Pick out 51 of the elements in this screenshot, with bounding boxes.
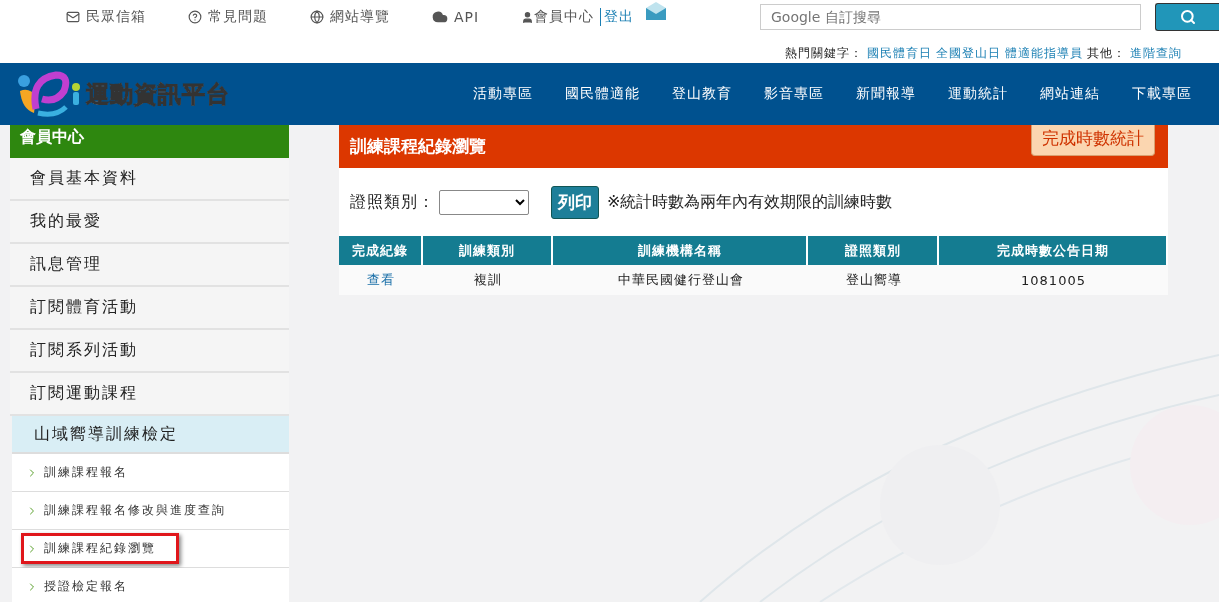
print-button[interactable]: 列印 [551,185,599,219]
column-header: 完成紀錄 [339,236,423,265]
cloud-icon [432,9,448,25]
other-label: 其他： [1087,45,1126,62]
logo-icon[interactable] [16,69,70,119]
top-link[interactable]: API [432,9,480,25]
nav-item[interactable]: 國民體適能 [565,85,640,103]
logout-link[interactable]: 登出 [600,8,635,26]
table-cell: 中華民國健行登山會 [553,265,808,295]
note-text: ※統計時數為兩年內有效期限的訓練時數 [607,191,893,213]
top-link[interactable]: 常見問題 [188,8,268,26]
user-icon [521,10,535,24]
keyword-link[interactable]: 全國登山日 [936,45,1001,62]
mail-icon [66,10,80,24]
panel-title: 訓練課程紀錄瀏覽 [350,135,486,158]
nav-item[interactable]: 下載專區 [1132,85,1192,103]
column-header: 訓練類別 [423,236,553,265]
sidebar-title: 會員中心 [10,125,289,158]
keyword-link[interactable]: 國民體育日 [867,45,932,62]
keyword-link[interactable]: 體適能指導員 [1005,45,1083,62]
column-header: 證照類別 [808,236,939,265]
help-icon [188,10,202,24]
nav-item[interactable]: 登山教育 [672,85,732,103]
license-select[interactable] [439,189,529,215]
nav-item[interactable]: 影音專區 [764,85,824,103]
table-cell: 複訓 [423,265,553,295]
member-link[interactable]: 會員中心 [521,8,595,26]
nav-item[interactable]: 活動專區 [473,85,533,103]
i-icon [70,82,82,106]
filter-label: 證照類別： [350,191,435,213]
globe-icon [310,10,324,24]
envelope-icon[interactable] [646,2,667,20]
site-name: 運動資訊平台 [86,79,230,109]
search-field[interactable]: Google 自訂搜尋 [760,4,1141,30]
search-button[interactable] [1155,3,1219,31]
search-icon [1179,9,1196,25]
nav-item[interactable]: 運動統計 [948,85,1008,103]
table-cell: 1081005 [939,265,1168,295]
table-cell: 登山嚮導 [808,265,939,295]
nav-item[interactable]: 網站連結 [1040,85,1100,103]
top-link[interactable]: 網站導覽 [310,8,390,26]
advanced-search-link[interactable]: 進階查詢 [1130,45,1182,62]
top-link[interactable]: 民眾信箱 [66,8,146,26]
stats-button[interactable]: 完成時數統計 [1031,125,1155,156]
hot-keywords-label: 熱門關鍵字： [785,45,863,62]
column-header: 完成時數公告日期 [939,236,1168,265]
view-link[interactable]: 查看 [367,271,395,289]
sidebar-section: 山域嚮導訓練檢定 [12,416,289,454]
column-header: 訓練機構名稱 [553,236,808,265]
sidebar-subitem[interactable]: 訓練課程紀錄瀏覽 [21,533,179,564]
nav-item[interactable]: 新聞報導 [856,85,916,103]
